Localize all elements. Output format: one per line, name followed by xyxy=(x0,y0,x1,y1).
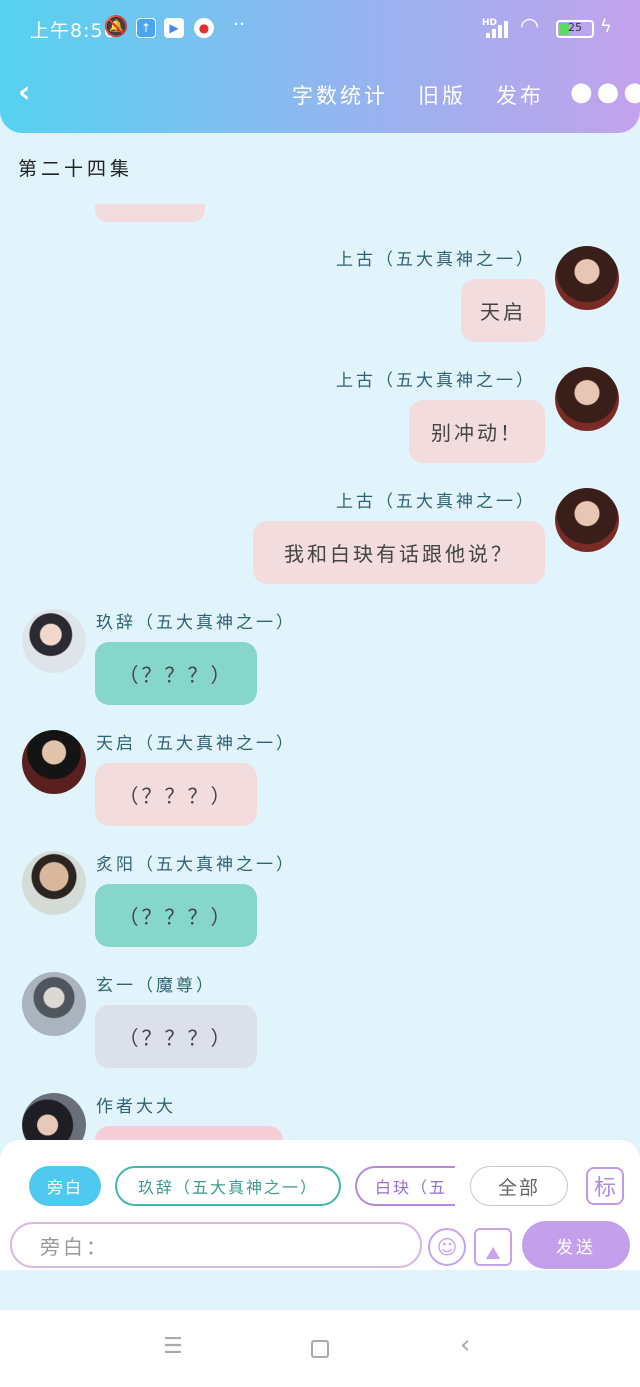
message-sender: 玖辞（五大真神之一） xyxy=(96,613,296,633)
more-notifications-icon: ·· xyxy=(233,13,245,35)
mark-button[interactable]: 标 xyxy=(586,1167,624,1205)
episode-title: 第二十四集 xyxy=(18,158,134,180)
message-bubble[interactable]: 我和白玦有话跟他说？ xyxy=(253,521,545,584)
message-bubble-partial[interactable] xyxy=(95,204,205,222)
role-chips: 旁白 玖辞（五大真神之一） 白玦（五 全部 xyxy=(0,1166,640,1208)
message-sender: 炙阳（五大真神之一） xyxy=(96,855,296,875)
play-store-icon: ▶ xyxy=(164,18,184,38)
back-icon[interactable]: ‹ xyxy=(18,78,50,110)
message-bubble[interactable]: （？？？） xyxy=(95,884,257,947)
word-count-button[interactable]: 字数统计 xyxy=(292,80,388,110)
upload-app-icon: ↑ xyxy=(136,18,156,38)
emoji-wink-icon[interactable]: ☺ xyxy=(428,1228,466,1266)
message-bubble[interactable]: 天启 xyxy=(461,279,545,342)
send-button[interactable]: 发送 xyxy=(522,1221,630,1269)
message-sender: 玄一（魔尊） xyxy=(96,976,216,996)
image-icon[interactable]: ⛰ xyxy=(474,1228,512,1266)
message-sender: 作者大大 xyxy=(96,1097,176,1117)
publish-button[interactable]: 发布 xyxy=(496,80,544,110)
more-dots-icon[interactable]: ●●● xyxy=(570,79,640,105)
message-input[interactable]: 旁白： xyxy=(10,1222,422,1268)
chip-baijue[interactable]: 白玦（五 xyxy=(355,1166,455,1206)
signal-icon xyxy=(486,20,514,38)
message-bubble[interactable]: （？？？） xyxy=(95,763,257,826)
old-version-button[interactable]: 旧版 xyxy=(418,80,466,110)
avatar[interactable] xyxy=(555,488,619,552)
back-triangle-icon[interactable]: ‹ xyxy=(460,1330,470,1360)
menu-icon[interactable]: ☰ xyxy=(163,1334,183,1359)
charging-icon: ϟ xyxy=(600,16,612,37)
message-sender: 天启（五大真神之一） xyxy=(96,734,296,754)
avatar[interactable] xyxy=(22,730,86,794)
system-nav-bar: ☰ ‹ xyxy=(0,1310,640,1387)
message-bubble[interactable]: （？？？） xyxy=(95,642,257,705)
wifi-icon: ◠ xyxy=(520,14,540,39)
message-sender: 上古（五大真神之一） xyxy=(336,492,536,512)
avatar[interactable] xyxy=(22,609,86,673)
message-sender: 上古（五大真神之一） xyxy=(336,371,536,391)
avatar[interactable] xyxy=(22,851,86,915)
avatar[interactable] xyxy=(555,367,619,431)
home-square-icon[interactable] xyxy=(311,1340,329,1358)
message-bubble[interactable]: 别冲动！ xyxy=(409,400,545,463)
nav-bar: ‹ 字数统计 旧版 发布 ●●● xyxy=(0,66,640,122)
chip-all[interactable]: 全部 xyxy=(470,1166,568,1206)
message-sender: 上古（五大真神之一） xyxy=(336,250,536,270)
message-bubble[interactable]: （？？？） xyxy=(95,1005,257,1068)
chip-jiuci[interactable]: 玖辞（五大真神之一） xyxy=(115,1166,341,1206)
video-app-icon: ● xyxy=(194,18,214,38)
chip-narration[interactable]: 旁白 xyxy=(29,1166,101,1206)
app-header: 上午8:56 🔕 ↑ ▶ ● ·· HD ◠ 25 ϟ ‹ 字数统计 旧版 发布… xyxy=(0,0,640,133)
battery-icon: 25 xyxy=(556,20,594,38)
battery-level: 25 xyxy=(568,21,582,34)
bell-muted-icon: 🔕 xyxy=(103,14,129,38)
avatar[interactable] xyxy=(555,246,619,310)
avatar[interactable] xyxy=(22,972,86,1036)
status-bar: 上午8:56 🔕 ↑ ▶ ● ·· HD ◠ 25 ϟ xyxy=(0,0,640,58)
